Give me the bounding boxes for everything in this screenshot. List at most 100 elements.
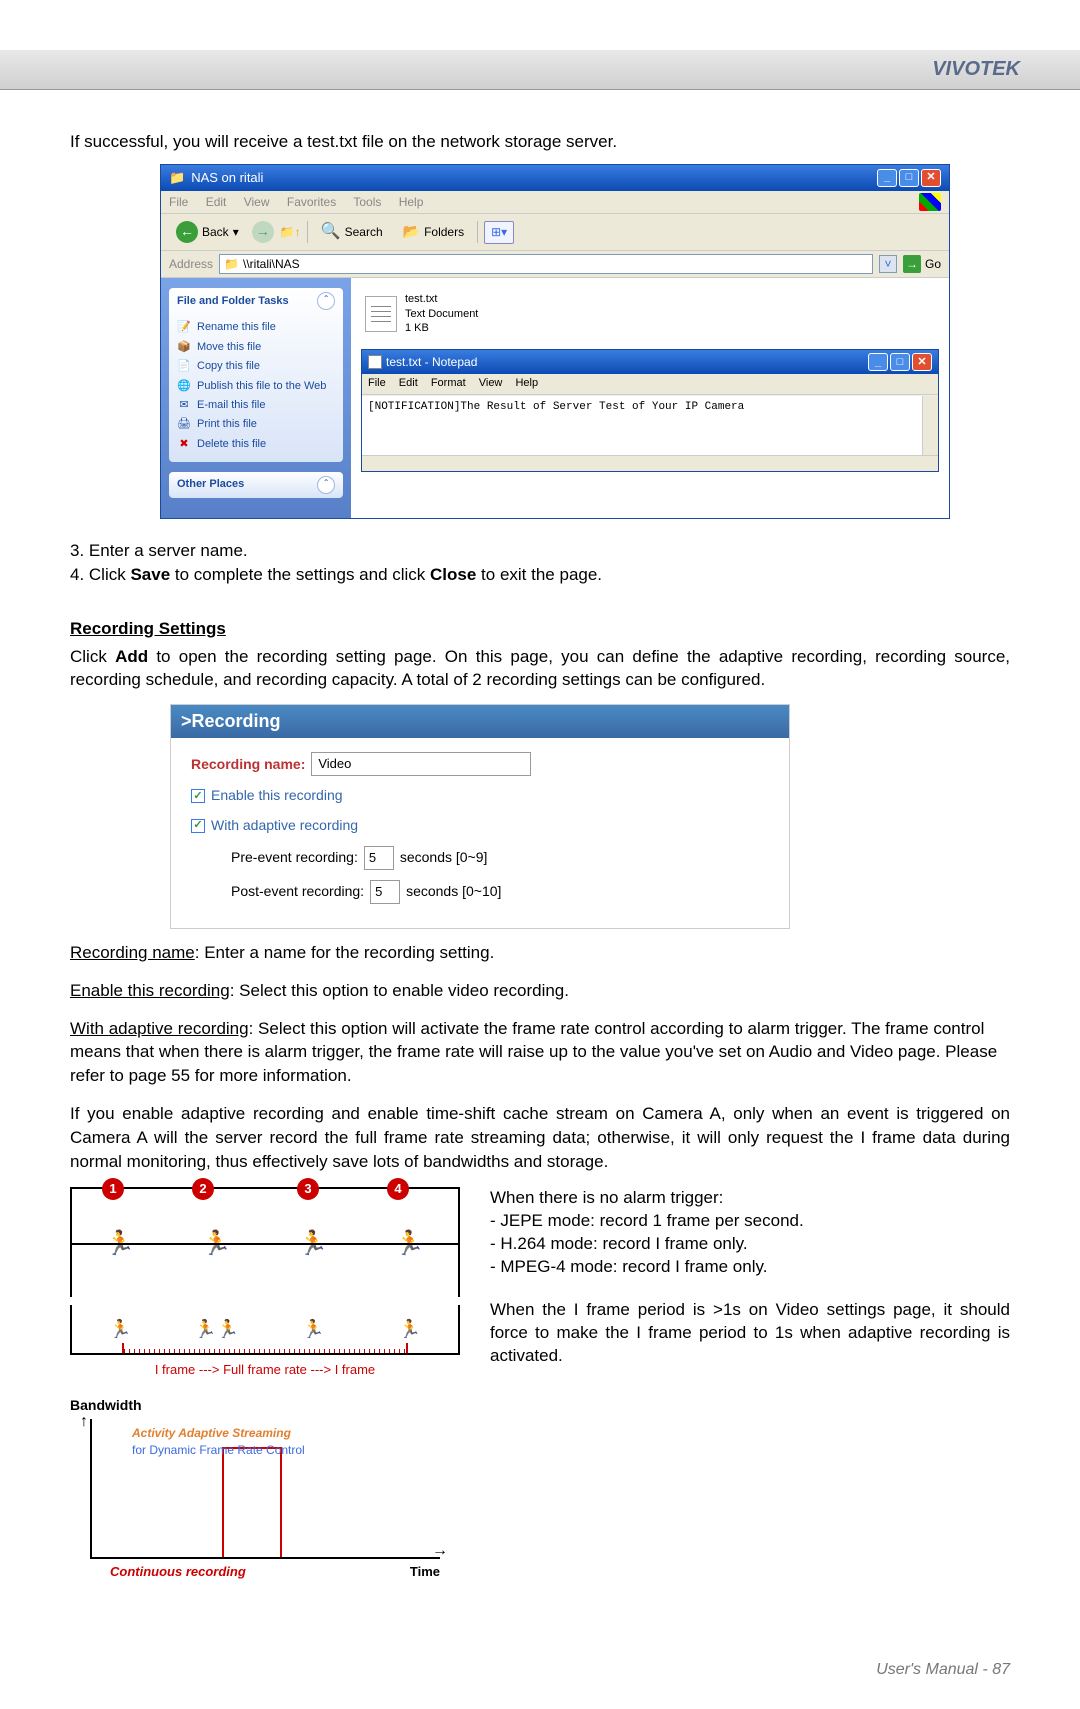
enable-label: Enable this recording bbox=[211, 786, 343, 806]
task-move[interactable]: 📦 Move this file bbox=[177, 338, 335, 357]
text: Click bbox=[70, 647, 115, 666]
close-button[interactable]: ✕ bbox=[921, 169, 941, 187]
back-label: Back bbox=[202, 224, 229, 241]
notepad-menu: File Edit Format View Help bbox=[362, 374, 938, 394]
label: With adaptive recording bbox=[70, 1019, 249, 1038]
no-alarm-heading: When there is no alarm trigger: bbox=[490, 1187, 1010, 1210]
close-button[interactable]: ✕ bbox=[912, 353, 932, 371]
bandwidth-chart: ↑ → Activity Adaptive Streaming for Dyna… bbox=[90, 1419, 440, 1559]
forward-button[interactable]: → bbox=[252, 221, 274, 243]
y-arrow-icon: ↑ bbox=[80, 1411, 88, 1433]
menu-edit[interactable]: Edit bbox=[206, 195, 227, 209]
explorer-title-bar: 📁 NAS on ritali _ □ ✕ bbox=[161, 165, 949, 191]
other-places-header: Other Places ˆ bbox=[169, 472, 343, 498]
timeline-diagram: 1 2 3 4 🏃 🏃 🏃 🏃 bbox=[70, 1187, 460, 1297]
folder-icon: 📁 bbox=[169, 169, 185, 187]
no-alarm-block: When there is no alarm trigger: - JEPE m… bbox=[490, 1187, 1010, 1279]
move-icon: 📦 bbox=[177, 340, 191, 355]
dfc-label: for Dynamic Frame Rate Control bbox=[132, 1442, 305, 1459]
windows-flag-icon bbox=[919, 193, 941, 211]
menu-view[interactable]: View bbox=[244, 195, 270, 209]
explorer-body: File and Folder Tasks ˆ 📝Rename this fil… bbox=[161, 278, 949, 518]
maximize-button[interactable]: □ bbox=[899, 169, 919, 187]
go-icon: → bbox=[903, 255, 921, 273]
notepad-title: test.txt - Notepad bbox=[386, 354, 477, 371]
file-folder-tasks: File and Folder Tasks ˆ 📝Rename this fil… bbox=[169, 288, 343, 462]
menu-edit[interactable]: Edit bbox=[399, 377, 418, 389]
diagram-section: 1 2 3 4 🏃 🏃 🏃 🏃 🏃 🏃🏃 🏃 🏃 I frame ---> Fu… bbox=[70, 1187, 1010, 1581]
enable-recording-row: ✓ Enable this recording bbox=[191, 786, 769, 806]
post-event-input[interactable]: 5 bbox=[370, 880, 400, 904]
view-button[interactable]: ⊞▾ bbox=[484, 221, 514, 244]
toolbar-divider bbox=[477, 221, 478, 243]
address-input[interactable]: 📁 \\ritali\NAS bbox=[219, 254, 873, 274]
task-email[interactable]: ✉E-mail this file bbox=[177, 396, 335, 415]
task-publish[interactable]: 🌐 Publish this file to the Web bbox=[177, 377, 335, 396]
menu-format[interactable]: Format bbox=[431, 377, 466, 389]
label: Recording name bbox=[70, 943, 195, 962]
go-label: Go bbox=[925, 256, 941, 273]
go-button[interactable]: → Go bbox=[903, 255, 941, 273]
up-button[interactable]: 📁↑ bbox=[280, 224, 301, 241]
search-button[interactable]: 🔍 Search bbox=[314, 218, 390, 246]
file-item[interactable]: test.txt Text Document 1 KB bbox=[361, 288, 561, 339]
adaptive-checkbox[interactable]: ✓ bbox=[191, 819, 205, 833]
collapse-button[interactable]: ˆ bbox=[317, 476, 335, 494]
dropdown-icon: ▾ bbox=[233, 224, 239, 241]
x-arrow-icon: → bbox=[432, 1540, 448, 1562]
back-button[interactable]: ← Back ▾ bbox=[169, 218, 246, 246]
vertical-scrollbar[interactable] bbox=[922, 396, 938, 455]
address-bar: Address 📁 \\ritali\NAS ˅ → Go bbox=[161, 251, 949, 278]
task-label: Publish this file to the Web bbox=[197, 379, 326, 394]
task-label: E-mail this file bbox=[197, 398, 265, 413]
window-title: NAS on ritali bbox=[191, 169, 263, 187]
tasks-body: 📝Rename this file 📦 Move this file 📄Copy … bbox=[169, 314, 343, 462]
publish-icon: 🌐 bbox=[177, 379, 191, 394]
page-header: VIVOTEK bbox=[0, 50, 1080, 90]
bandwidth-pulse bbox=[222, 1447, 282, 1557]
recording-name-input[interactable]: Video bbox=[311, 752, 531, 776]
notepad-window: test.txt - Notepad _ □ ✕ File Edit Forma… bbox=[361, 349, 939, 471]
menu-help[interactable]: Help bbox=[399, 195, 424, 209]
menu-help[interactable]: Help bbox=[515, 377, 538, 389]
recording-panel-body: Recording name: Video ✓ Enable this reco… bbox=[171, 738, 789, 928]
bandwidth-legend: Activity Adaptive Streaming for Dynamic … bbox=[132, 1425, 305, 1459]
maximize-button[interactable]: □ bbox=[890, 353, 910, 371]
collapse-button[interactable]: ˆ bbox=[317, 292, 335, 310]
menu-file[interactable]: File bbox=[368, 377, 386, 389]
horizontal-scrollbar[interactable] bbox=[362, 455, 938, 471]
folders-button[interactable]: 📂 Folders bbox=[396, 219, 471, 245]
task-delete[interactable]: ✖Delete this file bbox=[177, 435, 335, 454]
address-dropdown-button[interactable]: ˅ bbox=[879, 255, 897, 273]
page-number: 87 bbox=[992, 1661, 1010, 1678]
search-icon: 🔍 bbox=[321, 221, 341, 243]
notepad-body[interactable]: [NOTIFICATION]The Result of Server Test … bbox=[362, 395, 938, 455]
menu-favorites[interactable]: Favorites bbox=[287, 195, 336, 209]
task-rename[interactable]: 📝Rename this file bbox=[177, 318, 335, 337]
footer-label: User's Manual - bbox=[876, 1661, 992, 1678]
folders-icon: 📂 bbox=[403, 222, 420, 242]
text: to exit the page. bbox=[476, 565, 602, 584]
iframe-period-block: When the I frame period is >1s on Video … bbox=[490, 1299, 1010, 1368]
menu-file[interactable]: File bbox=[169, 195, 188, 209]
task-print[interactable]: 🖨Print this file bbox=[177, 415, 335, 434]
pre-event-label: Pre-event recording: bbox=[231, 848, 358, 868]
minimize-button[interactable]: _ bbox=[868, 353, 888, 371]
enable-checkbox[interactable]: ✓ bbox=[191, 789, 205, 803]
pre-event-input[interactable]: 5 bbox=[364, 846, 394, 870]
bandwidth-heading: Bandwidth bbox=[70, 1396, 460, 1416]
minimize-button[interactable]: _ bbox=[877, 169, 897, 187]
mode-jepe: - JEPE mode: record 1 frame per second. bbox=[490, 1210, 1010, 1233]
notepad-content: [NOTIFICATION]The Result of Server Test … bbox=[368, 401, 744, 413]
menu-tools[interactable]: Tools bbox=[353, 195, 381, 209]
back-arrow-icon: ← bbox=[176, 221, 198, 243]
aas-label: Activity Adaptive Streaming bbox=[132, 1425, 305, 1442]
task-label: Move this file bbox=[197, 340, 261, 355]
file-info: test.txt Text Document 1 KB bbox=[405, 292, 478, 335]
explorer-window: 📁 NAS on ritali _ □ ✕ File Edit View Fav… bbox=[160, 164, 950, 519]
menu-view[interactable]: View bbox=[479, 377, 503, 389]
page-footer: User's Manual - 87 bbox=[0, 1621, 1080, 1709]
tasks-heading: File and Folder Tasks bbox=[177, 294, 289, 309]
task-copy[interactable]: 📄Copy this file bbox=[177, 357, 335, 376]
post-event-label: Post-event recording: bbox=[231, 882, 364, 902]
